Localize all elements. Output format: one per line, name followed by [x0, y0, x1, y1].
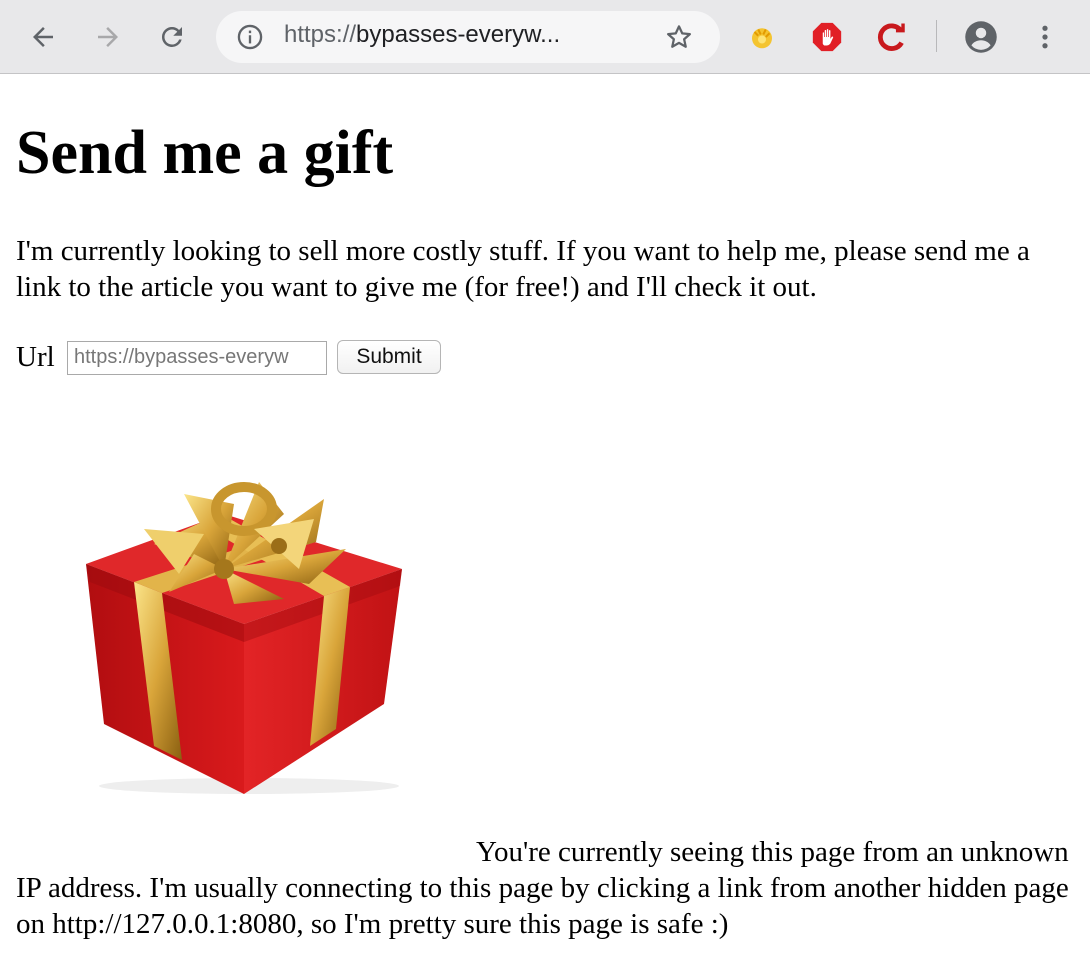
back-icon — [33, 27, 53, 47]
refresh-extension-button[interactable] — [873, 19, 909, 55]
extension-icon — [752, 28, 772, 49]
forward-icon — [98, 27, 118, 47]
url-host: bypasses-everyw... — [356, 21, 561, 48]
profile-icon — [965, 21, 997, 53]
info-icon[interactable] — [236, 23, 264, 51]
menu-button[interactable] — [1027, 19, 1063, 55]
star-icon[interactable] — [664, 22, 694, 52]
safety-note: You're currently seeing this page from a… — [16, 836, 1069, 940]
toolbar-divider — [936, 20, 937, 52]
address-url[interactable]: https://bypasses-everyw... — [284, 21, 560, 49]
browser-toolbar: https://bypasses-everyw... — [0, 0, 1090, 74]
url-label: Url — [16, 341, 55, 373]
address-bar[interactable]: https://bypasses-everyw... — [216, 11, 720, 63]
adblock-button[interactable] — [809, 19, 845, 55]
reload-icon — [161, 26, 182, 47]
refresh-extension-icon — [877, 23, 905, 51]
url-input[interactable]: https://bypasses-everyw — [67, 341, 327, 375]
gift-box-image — [86, 482, 402, 794]
menu-icon — [1042, 25, 1048, 49]
extension-button[interactable] — [744, 19, 780, 55]
submit-button[interactable]: Submit — [337, 340, 441, 374]
back-button[interactable] — [23, 17, 63, 57]
intro-text: I'm currently looking to sell more costl… — [16, 235, 1030, 303]
page-title: Send me a gift — [16, 119, 394, 187]
gift-form: Url https://bypasses-everyw Submit — [16, 338, 616, 378]
forward-button[interactable] — [88, 17, 128, 57]
reload-button[interactable] — [152, 17, 192, 57]
profile-button[interactable] — [963, 19, 999, 55]
url-scheme: https:// — [284, 21, 357, 48]
adblock-icon — [812, 22, 842, 52]
